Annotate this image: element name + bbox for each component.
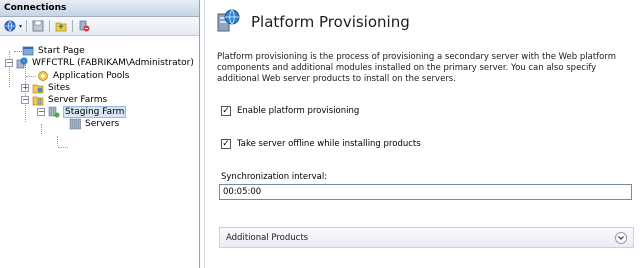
tree-node-label: Sites [48, 83, 70, 93]
collapse-toggle[interactable]: − [21, 96, 29, 104]
page-header: Platform Provisioning [215, 8, 410, 36]
chevron-down-icon[interactable] [615, 231, 627, 244]
platform-provisioning-icon [215, 8, 241, 37]
tree-connector [26, 76, 36, 77]
checkbox-label: Enable platform provisioning [237, 106, 360, 116]
sync-interval-label: Synchronization interval: [221, 172, 328, 182]
application-pools-icon [37, 70, 49, 82]
tree-node-servers[interactable]: Servers [69, 118, 120, 130]
collapse-toggle[interactable]: − [5, 59, 13, 67]
server-farms-icon [32, 94, 44, 106]
additional-products-label: Additional Products [226, 232, 309, 243]
checkbox-label: Take server offline while installing pro… [237, 139, 421, 149]
feature-pane: Platform Provisioning Platform provision… [204, 0, 640, 268]
additional-products-section[interactable]: Additional Products [219, 227, 634, 248]
save-icon[interactable] [31, 19, 45, 33]
feature-description: Platform provisioning is the process of … [217, 52, 616, 84]
tree-node-label: WFFCTRL (FABRIKAM\Administrator) [32, 58, 194, 68]
checkbox-box[interactable]: ✓ [221, 106, 231, 116]
tree-node-label: Servers [85, 119, 120, 129]
folder-up-icon[interactable] [54, 19, 68, 33]
page-title: Platform Provisioning [251, 13, 410, 31]
toolbar-separator [26, 20, 28, 32]
collapse-toggle[interactable]: − [37, 108, 45, 116]
server-farm-icon [48, 106, 60, 118]
tree-node-label: Staging Farm [63, 106, 127, 118]
tree-connector [57, 136, 58, 146]
servers-icon [69, 118, 81, 130]
connections-header: Connections [0, 0, 199, 17]
tree-node-label: Start Page [38, 46, 85, 56]
toolbar-separator [72, 20, 74, 32]
globe-connect-icon[interactable] [3, 19, 17, 33]
chevron-down-icon[interactable]: ▾ [19, 23, 22, 30]
sync-interval-input[interactable] [219, 184, 632, 200]
tree-node-server-farms[interactable]: − Server Farms [21, 94, 108, 106]
expand-toggle[interactable]: + [21, 84, 29, 92]
tree-node-server[interactable]: − WFFCTRL (FABRIKAM\Administrator) [5, 57, 195, 69]
tree-node-staging-farm[interactable]: − Staging Farm [37, 106, 127, 118]
server-disconnect-icon[interactable] [77, 19, 91, 33]
tree-node-label: Application Pools [53, 71, 130, 81]
tree-node-sites[interactable]: + Sites [21, 82, 71, 94]
toolbar-separator [49, 20, 51, 32]
sites-folder-icon [32, 82, 44, 94]
tree-connector [14, 51, 22, 52]
tree-node-application-pools[interactable]: Application Pools [37, 70, 130, 82]
checkbox-box[interactable]: ✓ [221, 139, 231, 149]
take-offline-checkbox[interactable]: ✓ Take server offline while installing p… [221, 139, 421, 149]
tree-connector [41, 124, 42, 134]
server-globe-icon [16, 57, 28, 69]
tree-connector [58, 147, 68, 148]
connections-toolbar: ▾ [0, 17, 199, 36]
enable-provisioning-checkbox[interactable]: ✓ Enable platform provisioning [221, 106, 359, 116]
tree-node-label: Server Farms [48, 95, 108, 105]
tree-node-start-page[interactable]: Start Page [22, 45, 86, 57]
connections-tree: Start Page − WFFCTRL (FABRIKAM\Administr… [0, 36, 199, 148]
connections-pane: Connections ▾ Start Page − WFFCTRL (FABR… [0, 0, 200, 268]
start-page-icon [22, 45, 34, 57]
